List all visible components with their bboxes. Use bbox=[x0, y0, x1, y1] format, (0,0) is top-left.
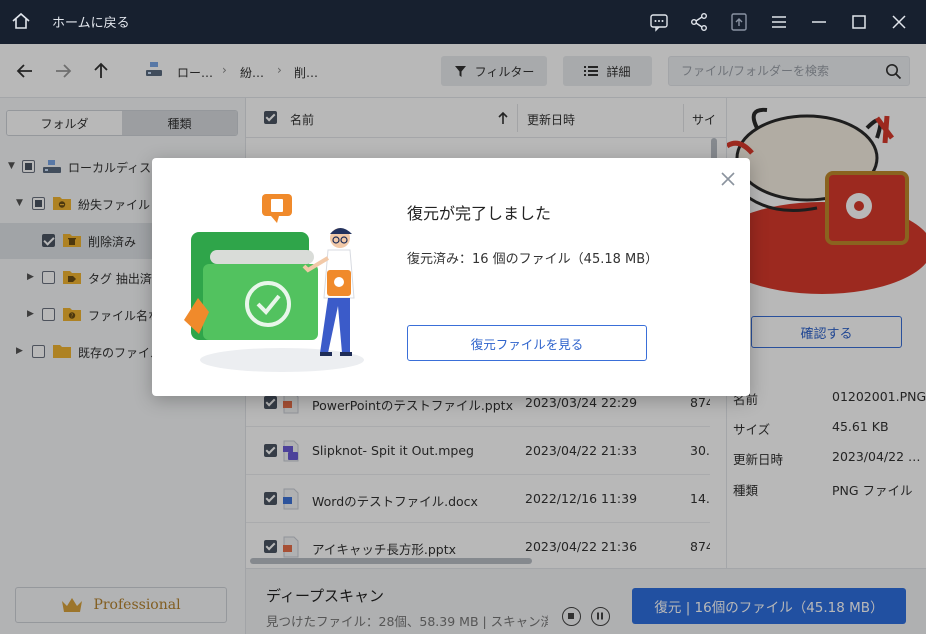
dialog-message: 復元済み：16 個のファイル（45.18 MB） bbox=[407, 252, 659, 267]
recovery-complete-dialog: 復元が完了しました 復元済み：16 個のファイル（45.18 MB） 復元ファイ… bbox=[152, 158, 750, 396]
home-icon[interactable] bbox=[10, 10, 32, 32]
home-label[interactable]: ホームに戻る bbox=[52, 12, 130, 31]
close-icon[interactable] bbox=[719, 170, 737, 188]
feedback-icon[interactable] bbox=[648, 11, 670, 33]
view-recovered-files-button[interactable]: 復元ファイルを見る bbox=[407, 325, 647, 361]
share-icon[interactable] bbox=[688, 11, 710, 33]
recovery-success-illustration bbox=[184, 194, 364, 372]
maximize-icon[interactable] bbox=[848, 11, 870, 33]
minimize-icon[interactable] bbox=[808, 11, 830, 33]
menu-icon[interactable] bbox=[768, 11, 790, 33]
dialog-title: 復元が完了しました bbox=[407, 204, 552, 223]
title-bar: ホームに戻る bbox=[0, 0, 926, 44]
export-icon[interactable] bbox=[728, 11, 750, 33]
close-icon[interactable] bbox=[888, 11, 910, 33]
